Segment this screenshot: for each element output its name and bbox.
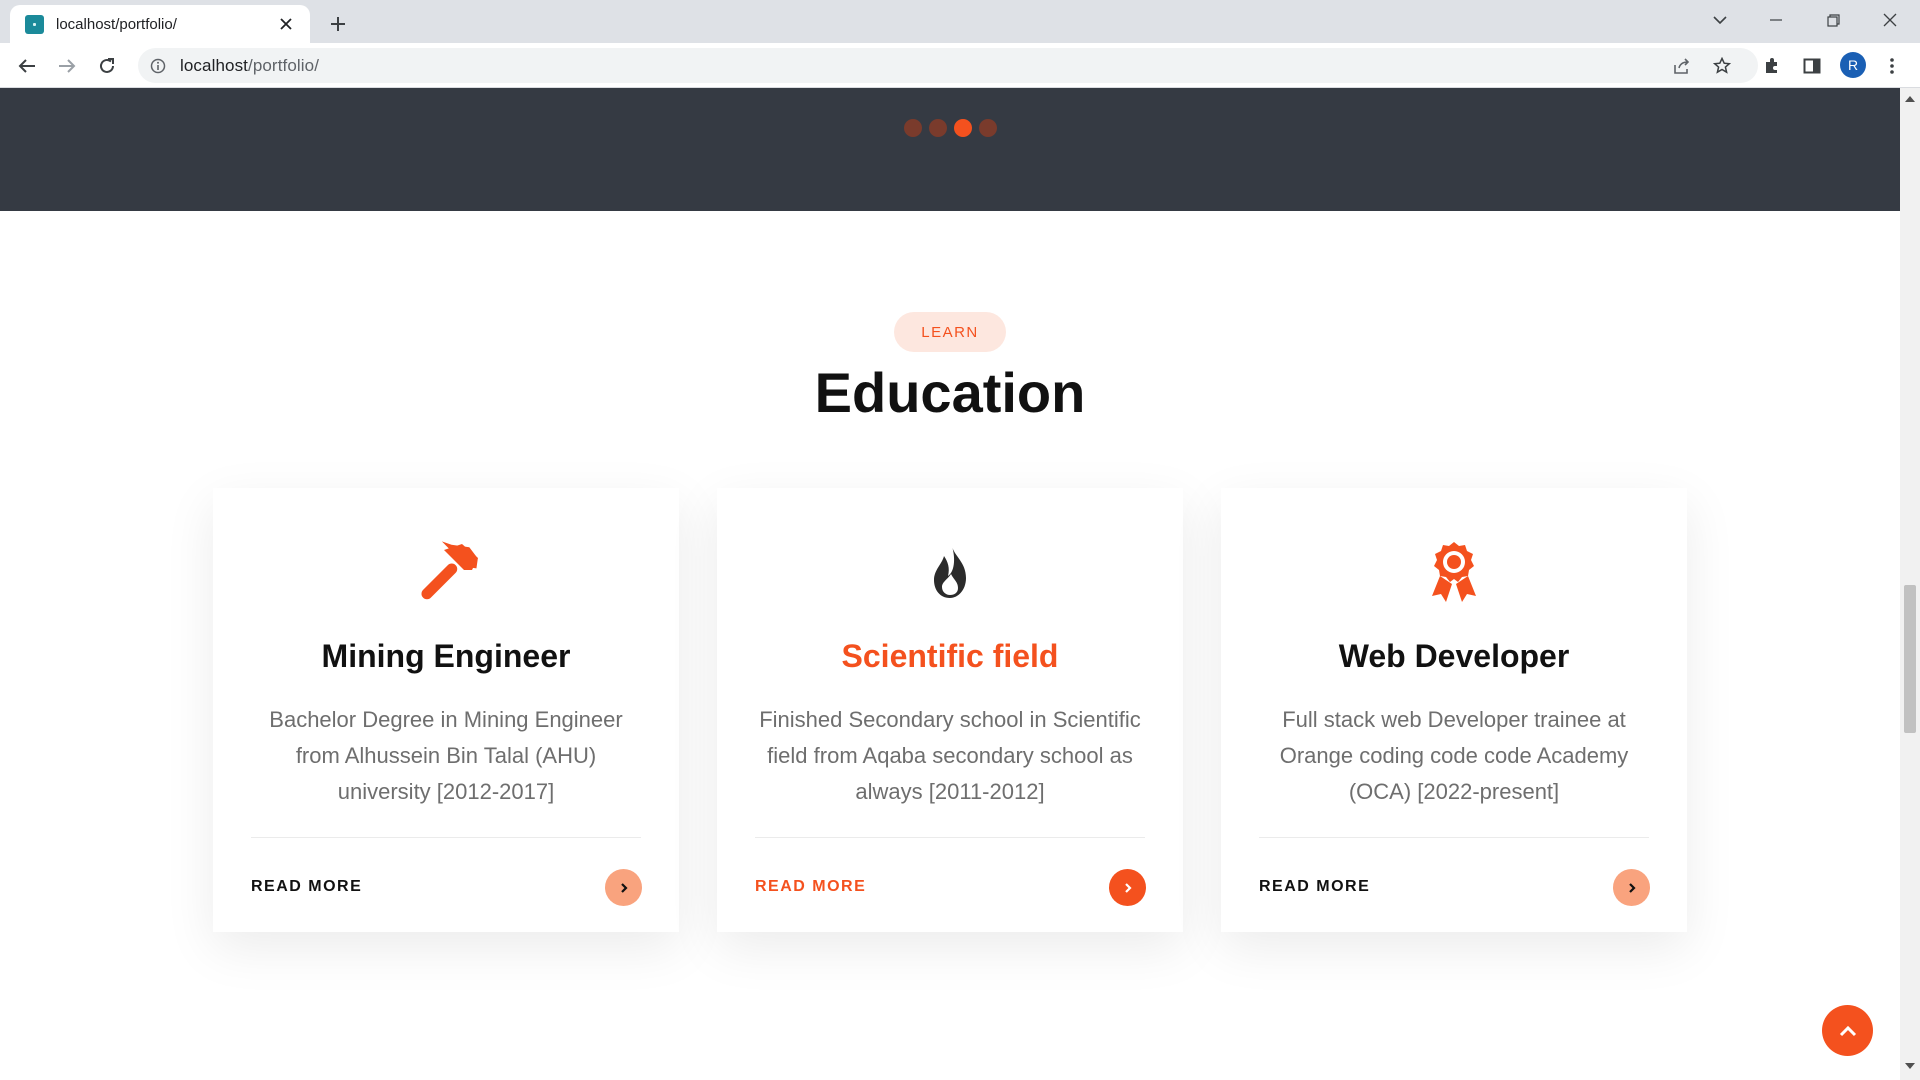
restore-window-icon[interactable]: [1813, 6, 1853, 34]
card-title: Web Developer: [1338, 638, 1570, 674]
read-more-link[interactable]: READ MORE: [1259, 878, 1370, 896]
scrollbar-thumb[interactable]: [1904, 585, 1916, 733]
carousel-dot[interactable]: [929, 119, 947, 137]
scroll-down-arrow-icon[interactable]: [1905, 1063, 1915, 1069]
back-arrow-icon[interactable]: [11, 50, 43, 82]
flame-icon: [717, 536, 1183, 608]
extensions-puzzle-icon[interactable]: [1756, 50, 1788, 82]
education-card: Web Developer Full stack web Developer t…: [1221, 488, 1687, 932]
browser-toolbar: localhost/portfolio/ R: [0, 43, 1920, 88]
read-more-link[interactable]: READ MORE: [755, 878, 866, 896]
profile-avatar[interactable]: R: [1840, 52, 1866, 78]
page-viewport: LEARN Education Mining Engineer Bachelor…: [0, 88, 1900, 1080]
card-divider: [251, 837, 641, 838]
carousel-dot[interactable]: [954, 119, 972, 137]
hammer-icon: [213, 536, 679, 608]
card-description: Bachelor Degree in Mining Engineer from …: [269, 707, 623, 804]
new-tab-button[interactable]: [324, 10, 352, 38]
chevron-up-icon: [1839, 1025, 1856, 1036]
forward-arrow-icon[interactable]: [51, 50, 83, 82]
card-arrow-button[interactable]: [1613, 869, 1650, 906]
chevron-right-icon: [1628, 882, 1636, 893]
bookmark-star-icon[interactable]: [1706, 50, 1738, 82]
card-description: Full stack web Developer trainee at Oran…: [1279, 707, 1629, 804]
browser-menu-icon[interactable]: [1876, 50, 1908, 82]
url-path: /portfolio/: [248, 55, 320, 75]
scroll-up-arrow-icon[interactable]: [1905, 96, 1915, 102]
education-card: Scientific field Finished Secondary scho…: [717, 488, 1183, 932]
section-eyebrow: LEARN: [894, 312, 1006, 352]
reload-icon[interactable]: [91, 50, 123, 82]
card-divider: [755, 837, 1145, 838]
card-title: Scientific field: [841, 638, 1059, 674]
carousel-dot[interactable]: [904, 119, 922, 137]
address-bar[interactable]: localhost/portfolio/: [138, 48, 1758, 83]
card-title: Mining Engineer: [321, 638, 571, 674]
chevron-right-icon: [620, 882, 628, 893]
education-card: Mining Engineer Bachelor Degree in Minin…: [213, 488, 679, 932]
site-info-icon[interactable]: [150, 58, 166, 74]
site-favicon-icon: [25, 14, 44, 34]
carousel-dot[interactable]: [979, 119, 997, 137]
share-icon[interactable]: [1666, 50, 1698, 82]
tab-search-chevron-icon[interactable]: [1700, 6, 1740, 34]
card-description: Finished Secondary school in Scientific …: [759, 707, 1141, 804]
card-arrow-button[interactable]: [1109, 869, 1146, 906]
url-text[interactable]: localhost/portfolio/: [180, 56, 319, 76]
tab-title: localhost/portfolio/: [56, 15, 177, 33]
section-title: Education: [814, 361, 1086, 424]
read-more-link[interactable]: READ MORE: [251, 878, 362, 896]
close-window-icon[interactable]: [1870, 6, 1910, 34]
browser-tab[interactable]: localhost/portfolio/: [10, 5, 310, 43]
award-ribbon-icon: [1221, 536, 1687, 608]
card-divider: [1259, 837, 1649, 838]
page-scrollbar[interactable]: [1900, 88, 1920, 1080]
back-to-top-button[interactable]: [1822, 1005, 1873, 1056]
minimize-window-icon[interactable]: [1756, 6, 1796, 34]
browser-tab-strip: localhost/portfolio/: [0, 0, 1920, 43]
testimonial-section-bottom: [0, 88, 1900, 211]
card-arrow-button[interactable]: [605, 869, 642, 906]
chevron-right-icon: [1124, 882, 1132, 893]
tab-close-icon[interactable]: [276, 14, 296, 34]
side-panel-icon[interactable]: [1796, 50, 1828, 82]
carousel-dots: [904, 119, 997, 137]
url-host: localhost: [180, 55, 248, 75]
